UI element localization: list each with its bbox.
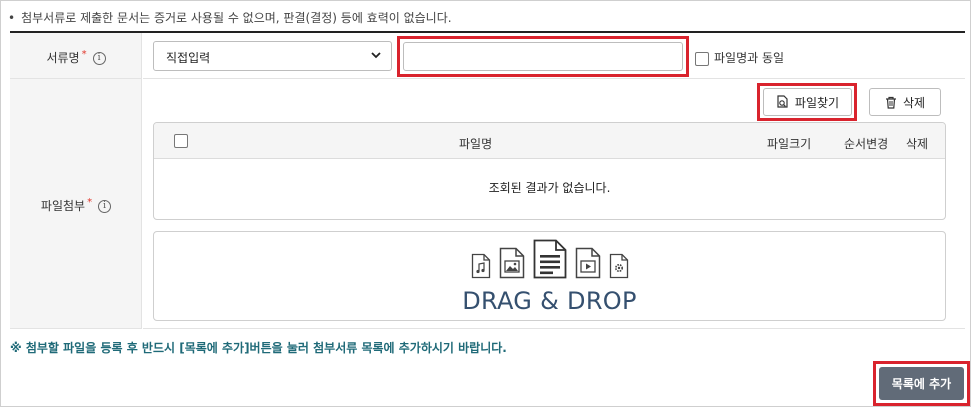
delete-file-label: 삭제 xyxy=(902,95,926,110)
notice-text: • 첨부서류로 제출한 문서는 증거로 사용될 수 없으며, 판결(결정) 등에 … xyxy=(8,9,452,26)
doc-name-label-cell: 서류명 * i xyxy=(10,33,142,79)
same-as-filename-checkbox[interactable] xyxy=(695,51,709,66)
find-file-button[interactable]: 파일찾기 xyxy=(763,88,852,116)
required-mark: * xyxy=(81,49,87,60)
attach-label-cell: 파일첨부 * i xyxy=(10,79,142,329)
grid-empty-message: 조회된 결과가 없습니다. xyxy=(488,181,611,195)
guide-text: ※ 첨부할 파일을 등록 후 반드시 [목록에 추가]버튼을 눌러 첨부서류 목… xyxy=(10,341,507,355)
column-header-filesize: 파일크기 xyxy=(767,137,812,151)
column-header-filename: 파일명 xyxy=(459,137,493,151)
doc-name-label: 서류명 xyxy=(46,51,80,65)
document-file-icon xyxy=(533,239,566,279)
chevron-down-icon xyxy=(371,52,381,59)
trash-icon xyxy=(885,96,896,109)
select-all-checkbox[interactable] xyxy=(174,134,188,148)
settings-file-icon xyxy=(609,253,628,279)
info-icon[interactable]: i xyxy=(98,200,112,213)
file-grid-header: 파일명 파일크기 순서변경 삭제 xyxy=(154,123,945,159)
column-header-order: 순서변경 xyxy=(844,137,889,151)
doc-type-select-value: 직접입력 xyxy=(166,51,211,65)
required-mark: * xyxy=(87,197,93,208)
find-file-label: 파일찾기 xyxy=(794,95,840,110)
file-search-icon xyxy=(777,95,788,108)
column-header-delete: 삭제 xyxy=(906,137,929,151)
doc-name-input[interactable] xyxy=(403,42,683,71)
info-icon[interactable]: i xyxy=(92,52,106,65)
drag-drop-text: DRAG & DROP xyxy=(462,287,637,315)
image-file-icon xyxy=(499,247,524,279)
file-grid: 파일명 파일크기 순서변경 삭제 조회된 결과가 없습니다. xyxy=(153,122,946,220)
dropzone-icons xyxy=(154,239,945,279)
attach-label: 파일첨부 xyxy=(40,199,86,213)
same-as-filename-label: 파일명과 동일 xyxy=(714,51,785,65)
same-as-filename-option[interactable]: 파일명과 동일 xyxy=(695,49,784,66)
notice-message: 첨부서류로 제출한 문서는 증거로 사용될 수 없으며, 판결(결정) 등에 효… xyxy=(21,11,452,25)
doc-type-select[interactable]: 직접입력 xyxy=(153,41,392,71)
drag-drop-zone[interactable]: DRAG & DROP xyxy=(153,231,946,321)
video-file-icon xyxy=(575,247,600,279)
add-to-list-button[interactable]: 목록에 추가 xyxy=(879,367,964,400)
notice-bullet: • xyxy=(8,11,16,25)
delete-file-button[interactable]: 삭제 xyxy=(869,88,941,116)
audio-file-icon xyxy=(471,253,490,279)
